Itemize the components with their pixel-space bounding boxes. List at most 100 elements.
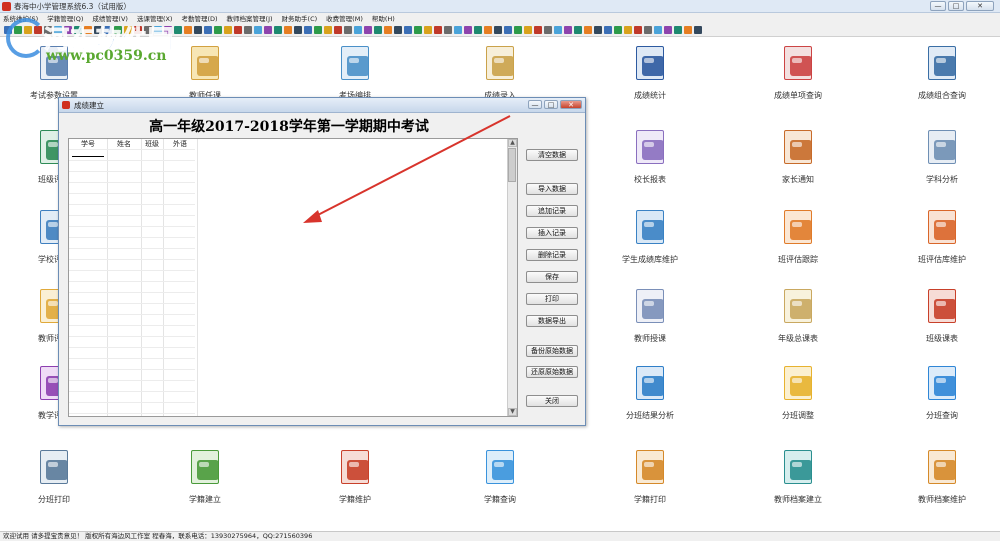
toolbar-tool-icon[interactable]	[554, 25, 562, 34]
menu-student-records[interactable]: 学籍管理(Q)	[47, 13, 83, 23]
toolbar-tool-icon[interactable]	[204, 25, 212, 34]
toolbar-tool-icon[interactable]	[64, 25, 72, 34]
desktop-tile[interactable]: 成绩录入	[450, 44, 550, 101]
desktop-tile[interactable]: 分班调整	[748, 364, 848, 421]
desktop-tile[interactable]: 班评估库维护	[892, 208, 992, 265]
toolbar-tool-icon[interactable]	[664, 25, 672, 34]
toolbar-tool-icon[interactable]	[234, 25, 242, 34]
menu-system[interactable]: 系统维护(S)	[3, 13, 38, 23]
backup-original-data-button[interactable]: 备份原始数据	[526, 345, 578, 357]
restore-original-data-button[interactable]: 还原原始数据	[526, 366, 578, 378]
scroll-down-arrow-icon[interactable]: ▼	[508, 408, 517, 416]
toolbar-tool-icon[interactable]	[304, 25, 312, 34]
append-record-button[interactable]: 追加记录	[526, 205, 578, 217]
toolbar-tool-icon[interactable]	[44, 25, 52, 34]
desktop-tile[interactable]: 家长通知	[748, 128, 848, 185]
toolbar-tool-icon[interactable]	[274, 25, 282, 34]
toolbar-tool-icon[interactable]	[514, 25, 522, 34]
toolbar-tool-icon[interactable]	[534, 25, 542, 34]
delete-record-button[interactable]: 删除记录	[526, 249, 578, 261]
toolbar-tool-icon[interactable]	[494, 25, 502, 34]
toolbar-tool-icon[interactable]	[474, 25, 482, 34]
dialog-minimize-button[interactable]: —	[528, 100, 542, 109]
menu-attendance[interactable]: 考勤管理(D)	[181, 13, 217, 23]
toolbar-tool-icon[interactable]	[334, 25, 342, 34]
toolbar-tool-icon[interactable]	[624, 25, 632, 34]
desktop-tile[interactable]: 成绩组合查询	[892, 44, 992, 101]
toolbar-tool-icon[interactable]	[54, 25, 62, 34]
toolbar-tool-icon[interactable]	[444, 25, 452, 34]
toolbar-tool-icon[interactable]	[544, 25, 552, 34]
toolbar-tool-icon[interactable]	[484, 25, 492, 34]
desktop-tile[interactable]: 分班查询	[892, 364, 992, 421]
close-button[interactable]: ✕	[966, 1, 994, 11]
menu-finance[interactable]: 财务助手(C)	[282, 13, 318, 23]
toolbar-tool-icon[interactable]	[604, 25, 612, 34]
desktop-tile[interactable]: 学籍查询	[450, 448, 550, 505]
toolbar-tool-icon[interactable]	[694, 25, 702, 34]
desktop-tile[interactable]: 分班结果分析	[600, 364, 700, 421]
dialog-close-button[interactable]: ✕	[560, 100, 582, 109]
toolbar-tool-icon[interactable]	[344, 25, 352, 34]
toolbar-tool-icon[interactable]	[94, 25, 102, 34]
insert-record-button[interactable]: 插入记录	[526, 227, 578, 239]
desktop-tile[interactable]: 班级课表	[892, 287, 992, 344]
toolbar-tool-icon[interactable]	[284, 25, 292, 34]
menu-help[interactable]: 帮助(H)	[372, 13, 395, 23]
toolbar-tool-icon[interactable]	[364, 25, 372, 34]
toolbar-tool-icon[interactable]	[684, 25, 692, 34]
toolbar-tool-icon[interactable]	[134, 25, 142, 34]
toolbar-tool-icon[interactable]	[524, 25, 532, 34]
menu-grades[interactable]: 成绩管理(V)	[92, 13, 128, 23]
toolbar-tool-icon[interactable]	[564, 25, 572, 34]
toolbar-tool-icon[interactable]	[34, 25, 42, 34]
desktop-tile[interactable]: 学生成绩库维护	[600, 208, 700, 265]
desktop-tile[interactable]: 校长报表	[600, 128, 700, 185]
desktop-tile[interactable]: 成绩统计	[600, 44, 700, 101]
desktop-tile[interactable]: 年级总课表	[748, 287, 848, 344]
toolbar-tool-icon[interactable]	[144, 25, 152, 34]
desktop-tile[interactable]: 分班打印	[4, 448, 104, 505]
toolbar-tool-icon[interactable]	[464, 25, 472, 34]
grid-vertical-scrollbar[interactable]: ▲ ▼	[507, 139, 517, 416]
toolbar-tool-icon[interactable]	[674, 25, 682, 34]
toolbar-tool-icon[interactable]	[164, 25, 172, 34]
toolbar-tool-icon[interactable]	[124, 25, 132, 34]
toolbar-tool-icon[interactable]	[404, 25, 412, 34]
toolbar-tool-icon[interactable]	[244, 25, 252, 34]
toolbar-tool-icon[interactable]	[24, 25, 32, 34]
desktop-tile[interactable]: 学籍建立	[155, 448, 255, 505]
toolbar-tool-icon[interactable]	[384, 25, 392, 34]
toolbar-tool-icon[interactable]	[654, 25, 662, 34]
toolbar-tool-icon[interactable]	[184, 25, 192, 34]
desktop-tile[interactable]: 成绩单项查询	[748, 44, 848, 101]
toolbar-tool-icon[interactable]	[354, 25, 362, 34]
toolbar-tool-icon[interactable]	[224, 25, 232, 34]
toolbar-tool-icon[interactable]	[254, 25, 262, 34]
desktop-tile[interactable]: 学籍打印	[600, 448, 700, 505]
toolbar-tool-icon[interactable]	[594, 25, 602, 34]
print-button[interactable]: 打印	[526, 293, 578, 305]
scroll-up-arrow-icon[interactable]: ▲	[508, 139, 517, 147]
toolbar-tool-icon[interactable]	[394, 25, 402, 34]
save-button[interactable]: 保存	[526, 271, 578, 283]
toolbar-tool-icon[interactable]	[84, 25, 92, 34]
toolbar-tool-icon[interactable]	[614, 25, 622, 34]
close-dialog-button[interactable]: 关闭	[526, 395, 578, 407]
menu-fees[interactable]: 收费管理(M)	[326, 13, 363, 23]
toolbar-tool-icon[interactable]	[574, 25, 582, 34]
clear-data-button[interactable]: 清空数据	[526, 149, 578, 161]
desktop-tile[interactable]: 教师档案建立	[748, 448, 848, 505]
toolbar-tool-icon[interactable]	[584, 25, 592, 34]
scroll-thumb[interactable]	[508, 148, 516, 182]
desktop-tile[interactable]: 班评估跟踪	[748, 208, 848, 265]
toolbar-tool-icon[interactable]	[424, 25, 432, 34]
dialog-maximize-button[interactable]: □	[544, 100, 558, 109]
toolbar-tool-icon[interactable]	[214, 25, 222, 34]
toolbar-tool-icon[interactable]	[174, 25, 182, 34]
toolbar-tool-icon[interactable]	[504, 25, 512, 34]
toolbar-tool-icon[interactable]	[434, 25, 442, 34]
import-data-button[interactable]: 导入数据	[526, 183, 578, 195]
menu-teacher-files[interactable]: 教师档案管理(J)	[227, 13, 273, 23]
toolbar-tool-icon[interactable]	[264, 25, 272, 34]
